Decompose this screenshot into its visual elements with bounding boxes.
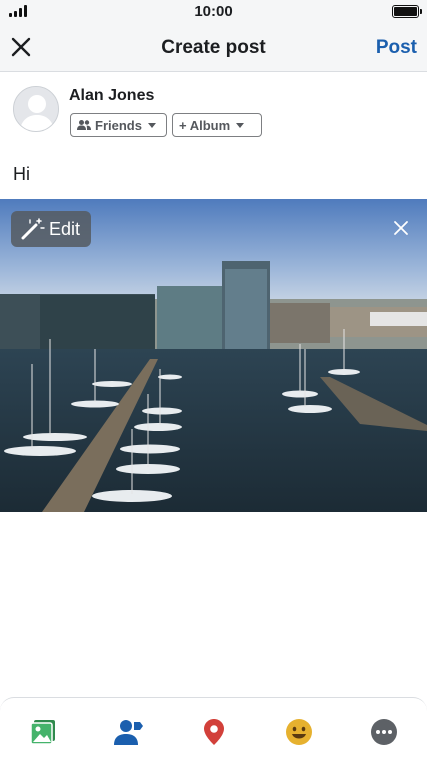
status-time: 10:00 (194, 3, 233, 20)
close-icon (394, 221, 408, 235)
more-options-button[interactable] (370, 718, 398, 746)
chevron-down-icon (236, 122, 245, 128)
tag-people-icon (114, 720, 143, 745)
location-pin-icon (204, 719, 224, 745)
battery-full-icon (392, 5, 422, 18)
edit-label: Edit (49, 218, 81, 239)
tag-people-button[interactable] (114, 718, 143, 746)
avatar[interactable] (13, 86, 59, 132)
feeling-button[interactable] (285, 718, 313, 746)
author-name: Alan Jones (69, 87, 155, 104)
post-text-input[interactable]: Hi (13, 164, 30, 185)
edit-photo-button[interactable]: Edit (11, 211, 91, 247)
album-button[interactable]: + Album (172, 113, 262, 137)
composer-toolbar (0, 697, 427, 760)
add-photo-button[interactable] (29, 718, 57, 746)
close-icon (11, 37, 31, 57)
post-button[interactable]: Post (376, 37, 417, 59)
close-button[interactable] (8, 34, 34, 60)
friends-icon (77, 120, 91, 130)
status-bar: 10:00 (0, 0, 427, 24)
magic-wand-icon (21, 218, 45, 240)
page-title: Create post (161, 37, 266, 58)
photo-icon (30, 720, 55, 745)
attached-photo[interactable]: Edit (0, 199, 427, 512)
feeling-emoji-icon (286, 719, 312, 745)
more-icon (371, 719, 397, 745)
default-avatar-icon (14, 87, 58, 131)
album-label: + Album (179, 117, 231, 133)
audience-friends-button[interactable]: Friends (70, 113, 167, 137)
friends-label: Friends (95, 117, 142, 133)
chevron-down-icon (147, 122, 156, 128)
nav-bar: Create post Post (0, 24, 427, 72)
location-button[interactable] (200, 718, 228, 746)
remove-photo-button[interactable] (393, 220, 409, 236)
